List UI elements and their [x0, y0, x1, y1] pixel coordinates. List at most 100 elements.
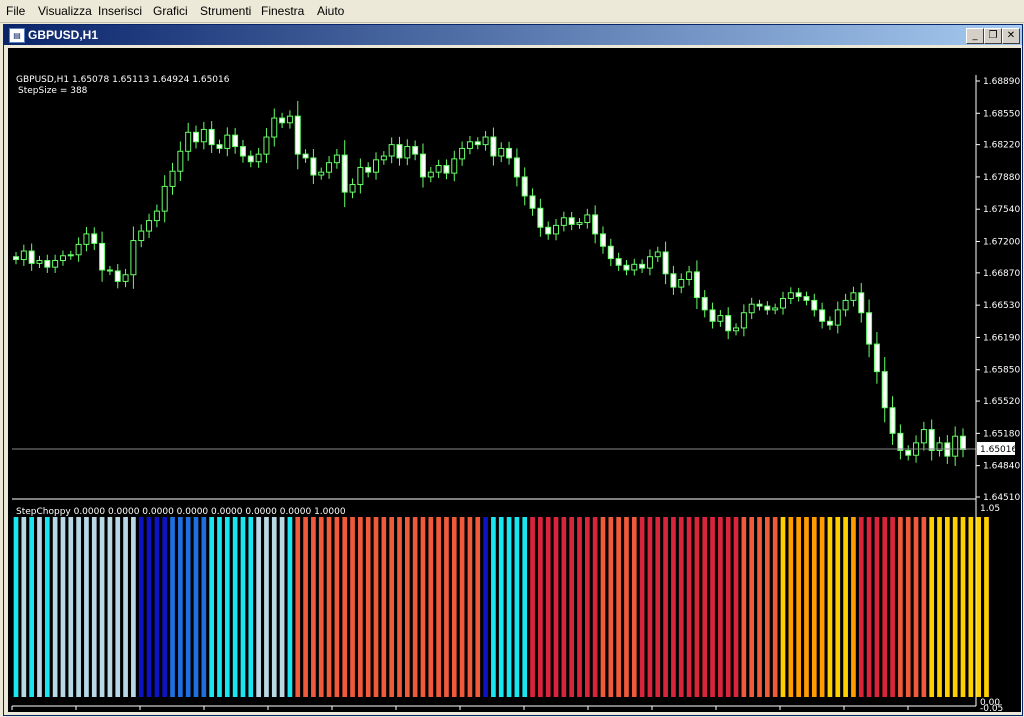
indicator-bar — [467, 517, 473, 697]
indicator-bar — [123, 517, 128, 697]
indicator-bar — [984, 517, 989, 697]
menu-strumenti[interactable]: Strumenti — [200, 4, 251, 18]
indicator-bar — [232, 517, 238, 697]
candle-body — [498, 147, 505, 157]
indicator-bar — [952, 517, 958, 697]
candle-body — [654, 251, 661, 258]
price-tick-label: 1.66530 — [983, 301, 1020, 311]
indicator-scale-top: 1.05 — [980, 504, 1000, 514]
indicator-bar — [749, 517, 755, 697]
indicator-label: StepChoppy 0.0000 0.0000 0.0000 0.0000 0… — [16, 507, 346, 517]
indicator-bar — [702, 517, 708, 697]
indicator-bar — [584, 517, 590, 697]
candle-body — [506, 147, 513, 159]
candle-body — [83, 233, 90, 245]
indicator-bar — [796, 517, 801, 697]
indicator-bar — [624, 517, 629, 697]
candle-body — [928, 429, 935, 451]
restore-button[interactable]: ❐ — [984, 28, 1002, 44]
close-button[interactable]: ✕ — [1002, 28, 1020, 44]
indicator-bar — [264, 517, 269, 697]
candle-body — [725, 315, 732, 332]
minimize-button[interactable]: _ — [966, 28, 984, 44]
candle-body — [795, 292, 802, 298]
menu-file[interactable]: File — [6, 4, 25, 18]
candle-body — [404, 146, 411, 159]
candle-body — [247, 155, 254, 163]
current-price-label: 1.65016 — [980, 445, 1017, 455]
indicator-bar — [209, 517, 215, 697]
indicator-bar — [107, 517, 113, 697]
candle-body — [443, 165, 450, 174]
candle-body — [592, 214, 599, 235]
menu-inserisci[interactable]: Inserisci — [98, 4, 142, 18]
candle-body — [897, 432, 904, 451]
indicator-bar — [146, 517, 152, 697]
indicator-bar — [569, 517, 575, 697]
indicator-bar — [224, 517, 230, 697]
indicator-bar — [780, 517, 786, 697]
candle-body — [177, 150, 184, 172]
price-tick-label: 1.64510 — [983, 493, 1020, 503]
chart-canvas[interactable]: 1.68890 1.68550 1.68220 1.67880 1.67540 1.672… — [8, 48, 1021, 717]
chart-area[interactable]: 1.68890 1.68550 1.68220 1.67880 1.67540 1.672… — [8, 48, 1021, 717]
indicator-bar — [428, 517, 434, 697]
candle-body — [302, 153, 309, 159]
candle-body — [952, 435, 959, 457]
indicator-bar — [553, 517, 559, 697]
indicator-bar — [655, 517, 661, 697]
menu-finestra[interactable]: Finestra — [261, 4, 304, 18]
candle-body — [294, 115, 301, 155]
indicator-bar — [592, 517, 598, 697]
candle-body — [748, 303, 755, 314]
candle-body — [44, 260, 51, 268]
candle-body — [114, 270, 121, 282]
chart-param-line: StepSize = 388 — [18, 86, 88, 96]
indicator-bar — [217, 517, 222, 697]
candle-body — [881, 371, 888, 409]
indicator-bar — [498, 517, 504, 697]
candle-body — [232, 134, 239, 148]
candle-body — [474, 141, 481, 146]
indicator-bar — [843, 517, 848, 697]
indicator-bar — [60, 517, 66, 697]
candle-body — [279, 117, 286, 124]
indicator-bar — [76, 517, 81, 697]
chart-window-icon: ▤ — [9, 28, 25, 43]
indicator-bar — [890, 517, 895, 697]
candle-body — [67, 254, 74, 257]
menu-grafici[interactable]: Grafici — [153, 4, 188, 18]
candle-body — [263, 136, 270, 155]
candle-body — [482, 136, 489, 146]
indicator-bar — [678, 517, 684, 697]
candle-body — [419, 153, 426, 178]
candle-body — [568, 217, 575, 225]
window-titlebar[interactable]: ▤ GBPUSD,H1 _ ❐ ✕ — [4, 25, 1022, 45]
chart-info-line: GBPUSD,H1 1.65078 1.65113 1.64924 1.6501… — [16, 75, 230, 85]
candle-body — [819, 309, 826, 322]
indicator-bar — [483, 517, 488, 697]
indicator-bar — [788, 517, 794, 697]
candle-body — [193, 131, 200, 143]
candle-body — [826, 320, 833, 326]
menu-bar: File Visualizza Inserisci Grafici Strume… — [0, 0, 1024, 23]
candles-group — [13, 100, 966, 466]
indicator-bar — [240, 517, 246, 697]
price-tick-label: 1.66870 — [983, 269, 1020, 279]
candle-body — [490, 136, 497, 157]
menu-visualizza[interactable]: Visualizza — [38, 4, 92, 18]
candle-body — [373, 159, 380, 173]
indicator-bar — [811, 517, 817, 697]
indicator-bar — [545, 517, 551, 697]
indicator-bar — [178, 517, 183, 697]
indicator-bar — [295, 517, 301, 697]
indicator-bar — [866, 517, 872, 697]
candle-body — [787, 292, 794, 299]
menu-aiuto[interactable]: Aiuto — [317, 4, 344, 18]
candle-body — [13, 256, 19, 261]
candle-body — [772, 307, 779, 311]
candle-body — [59, 255, 66, 262]
candle-body — [662, 251, 669, 275]
candle-body — [239, 146, 246, 157]
indicator-bar — [201, 517, 207, 697]
